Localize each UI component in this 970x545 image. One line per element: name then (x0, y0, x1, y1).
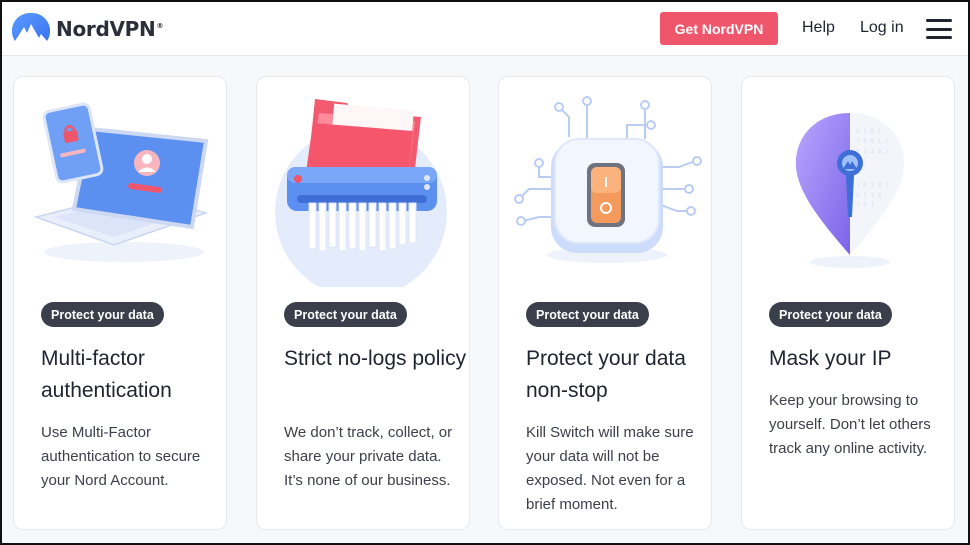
get-nordvpn-button[interactable]: Get NordVPN (660, 12, 778, 45)
category-badge: Protect your data (41, 302, 164, 327)
card-description: We don’t track, collect, or share your p… (284, 424, 453, 489)
card-title: Mask your IP (769, 347, 892, 370)
svg-text:1 0 0 1 1: 1 0 0 1 1 (856, 138, 889, 145)
card-title: Strict no-logs policy (284, 347, 467, 370)
hamburger-menu-icon[interactable] (926, 19, 952, 39)
svg-text:0 1 1 0 1: 0 1 1 0 1 (856, 148, 889, 155)
page-frame: NordVPN® Get NordVPN Help Log in Protect… (0, 0, 970, 545)
card-title: Multi-factor authentication (41, 347, 172, 402)
feature-card-mask-ip[interactable]: 0 1 0 1 1 0 0 1 1 0 1 1 0 1 1 0 1 0 1 0 … (741, 76, 955, 530)
svg-text:0 1 1 0: 0 1 1 0 (856, 192, 882, 199)
kill-switch-illustration (514, 96, 702, 263)
card-description: Use Multi-Factor authentication to secur… (41, 424, 201, 489)
card-description: Keep your browsing to yourself. Don’t le… (769, 392, 931, 457)
laptop-phone-lock-illustration (33, 102, 209, 262)
svg-text:1 0 1: 1 0 1 (856, 202, 874, 209)
site-header: NordVPN® Get NordVPN Help Log in (2, 2, 968, 56)
svg-text:0 1 0 1: 0 1 0 1 (856, 128, 882, 135)
card-description: Kill Switch will make sure your data wil… (526, 424, 694, 513)
logo-wordmark: NordVPN® (56, 17, 164, 41)
feature-card-mfa[interactable]: Protect your data Multi-factor authentic… (13, 76, 227, 530)
nordvpn-logo[interactable]: NordVPN® (12, 12, 163, 46)
category-badge: Protect your data (769, 302, 892, 327)
svg-text:1 0 1 0 1: 1 0 1 0 1 (856, 182, 889, 189)
feature-card-kill-switch[interactable]: Protect your data Protect your data non-… (498, 76, 712, 530)
login-link[interactable]: Log in (860, 19, 904, 37)
feature-card-no-logs[interactable]: Protect your data Strict no-logs policy … (256, 76, 470, 530)
nordvpn-mountain-icon (12, 12, 50, 41)
category-badge: Protect your data (284, 302, 407, 327)
card-title: Protect your data non-stop (526, 347, 686, 402)
help-link[interactable]: Help (802, 19, 835, 37)
location-pin-mask-illustration: 0 1 0 1 1 0 0 1 1 0 1 1 0 1 1 0 1 0 1 0 … (795, 113, 905, 268)
registered-mark: ® (156, 22, 164, 31)
category-badge: Protect your data (526, 302, 649, 327)
shredder-folder-illustration (275, 99, 447, 287)
